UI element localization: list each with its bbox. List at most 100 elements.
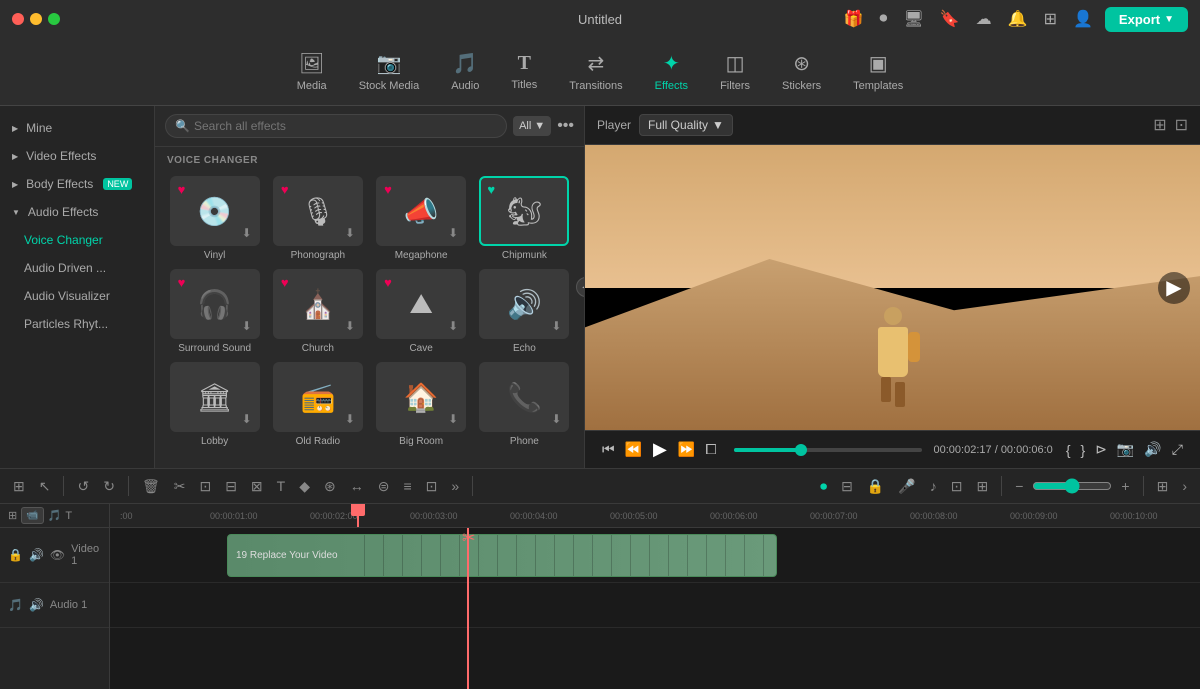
apps-icon[interactable]: ⊞: [1040, 7, 1061, 31]
settings-button[interactable]: ›: [1177, 475, 1192, 497]
effect-item-surround-sound[interactable]: ♥ 🎧 ⬇ Surround Sound: [167, 269, 262, 354]
effect-item-cave[interactable]: ♥ ⛰ ⬇ Cave: [374, 269, 469, 354]
effects-more-button[interactable]: •••: [557, 117, 574, 135]
video-clip[interactable]: 19 Replace Your Video: [227, 534, 777, 577]
audio-track-icon[interactable]: 🎵: [8, 598, 23, 612]
timeline-text-track-button[interactable]: T: [65, 510, 72, 522]
effect-button[interactable]: ≡: [398, 475, 416, 497]
sidebar-item-audio-effects[interactable]: ▼ Audio Effects: [0, 198, 154, 226]
audio-track-mute-icon[interactable]: 🔊: [29, 598, 44, 612]
toolbar-item-titles[interactable]: T Titles: [495, 44, 553, 99]
video-track-eye-icon[interactable]: 👁: [50, 548, 65, 562]
toolbar-item-filters[interactable]: ◫ Filters: [704, 43, 766, 100]
keyframe-button[interactable]: ◆: [294, 475, 315, 498]
toolbar-item-media[interactable]: 🖼 Media: [281, 43, 343, 100]
toolbar-item-stickers[interactable]: ⊛ Stickers: [766, 43, 837, 100]
quality-selector[interactable]: Full Quality ▼: [639, 114, 733, 136]
subtitle-button[interactable]: ⊡: [946, 475, 968, 498]
split-button[interactable]: ⊟: [220, 475, 242, 498]
replace-button[interactable]: ↔: [345, 475, 369, 497]
toolbar-item-stock-media[interactable]: 📷 Stock Media: [343, 43, 436, 100]
sidebar-item-particles[interactable]: Particles Rhyt...: [0, 310, 154, 338]
redo-button[interactable]: ↻: [98, 475, 120, 498]
minimize-button[interactable]: [30, 13, 42, 25]
snap-button[interactable]: ⊟: [836, 475, 858, 498]
toolbar-item-effects[interactable]: ✦ Effects: [639, 43, 704, 100]
play-pause-button[interactable]: ▶: [647, 437, 673, 462]
cut-button[interactable]: ✂: [169, 475, 191, 498]
cloud-icon[interactable]: ☁: [972, 7, 996, 31]
sidebar-item-voice-changer[interactable]: Voice Changer: [0, 226, 154, 254]
maximize-button[interactable]: [48, 13, 60, 25]
effect-item-church[interactable]: ♥ ⛪ ⬇ Church: [270, 269, 365, 354]
crop-button[interactable]: ⊳: [1090, 438, 1112, 461]
timeline-audio-track-button[interactable]: 🎵: [48, 509, 62, 522]
toolbar-item-templates[interactable]: ▣ Templates: [837, 43, 919, 100]
mic-button[interactable]: 🎤: [893, 475, 920, 498]
sidebar-item-video-effects[interactable]: ▶ Video Effects: [0, 142, 154, 170]
filter-dropdown[interactable]: All ▼: [513, 116, 551, 136]
effects-search-input[interactable]: [165, 114, 507, 138]
export-button[interactable]: Export ▼: [1105, 7, 1188, 32]
crop-timeline-button[interactable]: ⊡: [194, 475, 216, 498]
fullscreen-button[interactable]: ⤢: [1167, 438, 1188, 461]
volume-button[interactable]: 🔊: [1139, 438, 1166, 461]
effect-item-vinyl[interactable]: ♥ 💿 ⬇ Vinyl: [167, 176, 262, 261]
loop-button[interactable]: ⧠: [700, 438, 721, 461]
close-button[interactable]: [12, 13, 24, 25]
effect-item-phone[interactable]: 📞 ⬇ Phone: [477, 362, 572, 447]
avatar[interactable]: 👤: [1069, 7, 1097, 31]
sidebar-item-mine[interactable]: ▶ Mine: [0, 114, 154, 142]
audio-track-button[interactable]: ♪: [925, 475, 942, 497]
skip-back-button[interactable]: ⏮: [597, 438, 620, 461]
sidebar-item-audio-driven[interactable]: Audio Driven ...: [0, 254, 154, 282]
video-play-overlay[interactable]: ▶: [1158, 272, 1190, 304]
progress-bar[interactable]: [734, 448, 922, 452]
frame-back-button[interactable]: ⏪: [620, 438, 647, 461]
text-button[interactable]: T: [272, 475, 291, 497]
record-icon[interactable]: ⏺: [875, 8, 891, 30]
effect-item-big-room[interactable]: 🏠 ⬇ Big Room: [374, 362, 469, 447]
more-button[interactable]: »: [446, 475, 464, 497]
toolbar-item-audio[interactable]: 🎵 Audio: [435, 43, 495, 100]
video-track-mute-icon[interactable]: 🔊: [29, 548, 44, 562]
bookmark-icon[interactable]: 🔖: [936, 7, 964, 31]
overlay-play-button[interactable]: ▶: [1158, 272, 1190, 304]
zoom-slider[interactable]: [1032, 478, 1112, 494]
sidebar-item-audio-visualizer[interactable]: Audio Visualizer: [0, 282, 154, 310]
grid-view-button[interactable]: ⊞: [1153, 115, 1166, 135]
effect-item-chipmunk[interactable]: ♥ 🐿 Chipmunk: [477, 176, 572, 261]
sidebar-item-body-effects[interactable]: ▶ Body Effects NEW: [0, 170, 154, 198]
bell-icon[interactable]: 🔔: [1004, 7, 1032, 31]
fit-screen-button[interactable]: ⊡: [1175, 115, 1188, 135]
video-track-lock-icon[interactable]: 🔒: [8, 548, 23, 562]
toolbar-item-transitions[interactable]: ⇄ Transitions: [553, 43, 638, 100]
effect-item-old-radio[interactable]: 📻 ⬇ Old Radio: [270, 362, 365, 447]
lock-button[interactable]: 🔒: [862, 475, 889, 498]
audio-adjust-button[interactable]: ⊡: [421, 475, 443, 498]
transform-button[interactable]: ⊛: [319, 475, 341, 498]
zoom-out-button[interactable]: −: [1010, 475, 1028, 497]
record-audio-button[interactable]: ⏺: [815, 475, 832, 498]
frame-forward-button[interactable]: ⏩: [673, 438, 700, 461]
insert-button[interactable]: ⊞: [971, 475, 993, 498]
mark-in-button[interactable]: {: [1061, 439, 1076, 461]
grid-layout-button[interactable]: ⊞: [8, 475, 30, 498]
timeline-video-track-button[interactable]: 📹: [21, 507, 43, 524]
timeline-add-track-button[interactable]: ⊞: [8, 509, 17, 522]
mark-out-button[interactable]: }: [1076, 439, 1091, 461]
screenshot-button[interactable]: 📷: [1112, 438, 1139, 461]
effect-item-echo[interactable]: 🔊 ⬇ Echo: [477, 269, 572, 354]
adjust-button[interactable]: ⊜: [373, 475, 395, 498]
view-options-button[interactable]: ⊞: [1152, 475, 1174, 498]
monitor-icon[interactable]: 🖥: [899, 7, 927, 31]
split-alt-button[interactable]: ⊠: [246, 475, 268, 498]
undo-button[interactable]: ↺: [72, 475, 94, 498]
effect-item-megaphone[interactable]: ♥ 📣 ⬇ Megaphone: [374, 176, 469, 261]
effect-item-lobby[interactable]: 🏛 ⬇ Lobby: [167, 362, 262, 447]
arrow-tool-button[interactable]: ↖: [34, 475, 56, 498]
gift-icon[interactable]: 🎁: [840, 7, 868, 31]
zoom-in-button[interactable]: +: [1116, 475, 1134, 497]
effect-item-phonograph[interactable]: ♥ 🎙 ⬇ Phonograph: [270, 176, 365, 261]
delete-button[interactable]: 🗑: [137, 475, 165, 498]
